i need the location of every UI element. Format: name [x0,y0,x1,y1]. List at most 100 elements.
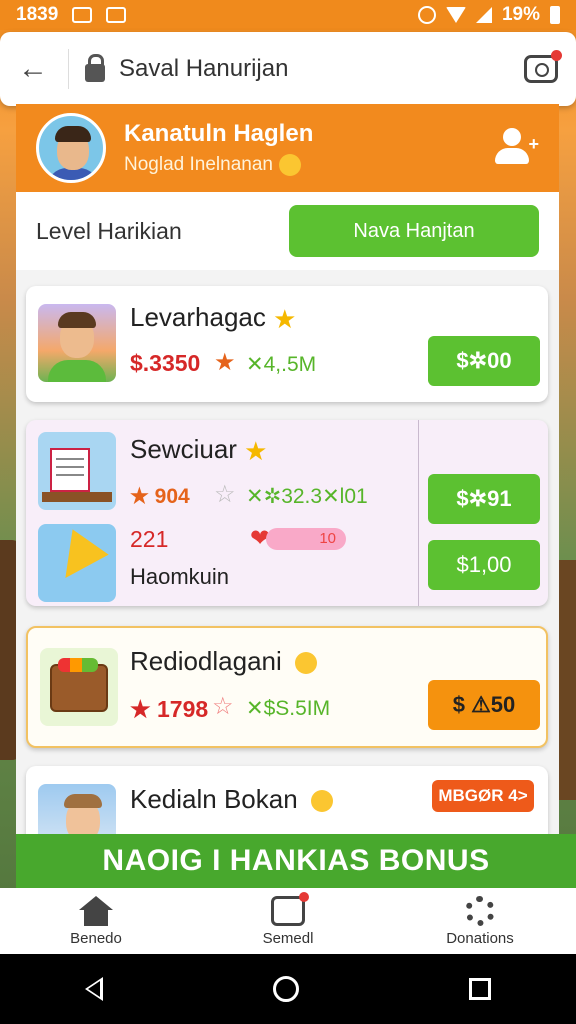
camera-icon [271,891,309,926]
bottom-tab-bar: Benedo Semedl Donations [0,888,576,954]
star-outline-icon: ☆ [212,693,234,720]
shop-card[interactable]: Levarhagac ★ $.3350 ★ ✕4,.5M $✲00 [26,286,548,402]
card-count: 221 [130,526,169,552]
star-outline-icon: ☆ [214,481,236,508]
profile-text: Kanatuln Haglen Noglad Inelnanan [124,120,495,176]
user-body [495,148,529,164]
tab-camera[interactable]: Semedl [192,888,384,954]
notification-dot [299,891,309,902]
add-friend-icon[interactable]: + [495,128,539,168]
tab-label: Semedl [262,929,314,947]
home-roof [79,895,113,910]
notification-icon [106,7,127,23]
shop-card[interactable]: Sewciuar ★ ★ 904 ☆ ✕✲32.3✕l01 $✲91 221 ❤… [26,420,548,606]
tab-settings[interactable]: Donations [384,888,576,954]
card-price: $.3350 [130,350,201,376]
thumb-hair [58,312,96,328]
buy-button[interactable]: $✲91 [428,474,540,524]
card-stat: ✕✲32.3✕l01 [246,485,368,508]
lock-icon [85,54,105,82]
shop-list: Levarhagac ★ $.3350 ★ ✕4,.5M $✲00 Sewciu… [16,270,559,835]
thumb-fruit [58,658,98,672]
card-title: Kedialn Bokan [130,784,333,815]
card-title-text: Sewciuar [130,434,237,464]
card-price: ★ 1798 [130,696,209,722]
gear-icon [465,895,495,926]
arrow-thumbnail [38,524,116,602]
nav-home-icon[interactable] [273,976,299,1002]
character-thumbnail [38,304,116,382]
plus-icon: + [528,134,539,154]
level-label: Level Harikian [36,217,182,244]
card-title-text: Rediodlagani [130,646,282,676]
user-head [503,128,521,146]
url-divider [68,49,69,89]
camera-icon[interactable] [524,50,562,83]
tab-home[interactable]: Benedo [0,888,192,954]
nav-back-icon[interactable] [85,977,103,1001]
status-bar: 1839 19% [0,0,576,30]
card-title-text: Levarhagac [130,302,266,332]
document-thumbnail [38,432,116,510]
thumb-desk [42,492,112,502]
battery-icon [550,6,560,24]
star-icon: ★ [273,303,297,334]
progress-pill: 10 [266,528,346,550]
bag-thumbnail [40,648,118,726]
thumb-paper [50,448,90,492]
back-arrow-icon[interactable]: ← [18,52,68,86]
level-bar: Level Harikian Nava Hanjtan [16,192,559,270]
profile-subtitle: Noglad Inelnanan [124,153,495,176]
home-icon [79,895,113,926]
card-title: Sewciuar ★ [130,434,267,467]
smiley-icon [310,790,333,813]
shop-card[interactable]: Rediodlagani ★ 1798 ☆ ✕$S.5IM $ ⚠50 [26,626,548,748]
card-subtitle: Haomkuin [130,564,230,589]
card-divider [418,420,419,606]
thumb-line [56,474,84,476]
smiley-icon [295,652,318,675]
browser-url-bar: ← Saval Hanurijan [0,32,576,106]
level-button[interactable]: Nava Hanjtan [289,205,539,257]
card-title: Rediodlagani [130,646,318,677]
profile-name: Kanatuln Haglen [124,119,314,147]
notification-dot [551,50,562,61]
buy-button[interactable]: $✲00 [428,336,540,386]
star-icon: ★ [244,435,268,466]
card-title-text: Kedialn Bokan [130,784,298,814]
tab-label: Benedo [70,929,122,947]
star-icon: ★ [214,349,236,376]
card-badge[interactable]: MBGØR 4> [432,780,534,812]
character-thumbnail [38,784,116,835]
url-title[interactable]: Saval Hanurijan [119,55,524,83]
thumb-shirt [48,360,106,382]
thumb-hair [64,794,102,808]
shop-card[interactable]: Kedialn Bokan MBGØR 4> [26,766,548,835]
card-stat: ✕4,.5M [246,353,317,376]
avatar[interactable] [36,113,106,183]
system-nav-bar [0,954,576,1024]
bonus-banner[interactable]: NAOIG I HANKIAS BONUS [16,834,576,888]
alarm-icon [417,6,436,24]
card-rating: ★ 904 [130,485,190,508]
signal-icon [475,7,492,23]
gallery-icon [72,7,93,23]
battery-percent: 19% [501,4,540,25]
smiley-icon [278,153,301,176]
home-base [84,908,108,926]
profile-header: Kanatuln Haglen Noglad Inelnanan + [16,104,559,192]
card-stat: ✕$S.5IM [246,697,331,720]
buy-button[interactable]: $1,00 [428,540,540,590]
avatar-hair [55,126,91,142]
avatar-shirt [47,168,99,180]
thumb-line [56,466,84,468]
thumb-line [56,458,84,460]
tab-label: Donations [446,929,514,947]
card-title: Levarhagac ★ [130,302,296,335]
nav-recents-icon[interactable] [469,978,491,1000]
status-time: 1839 [16,4,59,25]
thumb-arrow [47,529,109,591]
wifi-icon [445,7,466,23]
profile-subtitle-text: Noglad Inelnanan [124,154,273,175]
buy-button[interactable]: $ ⚠50 [428,680,540,730]
